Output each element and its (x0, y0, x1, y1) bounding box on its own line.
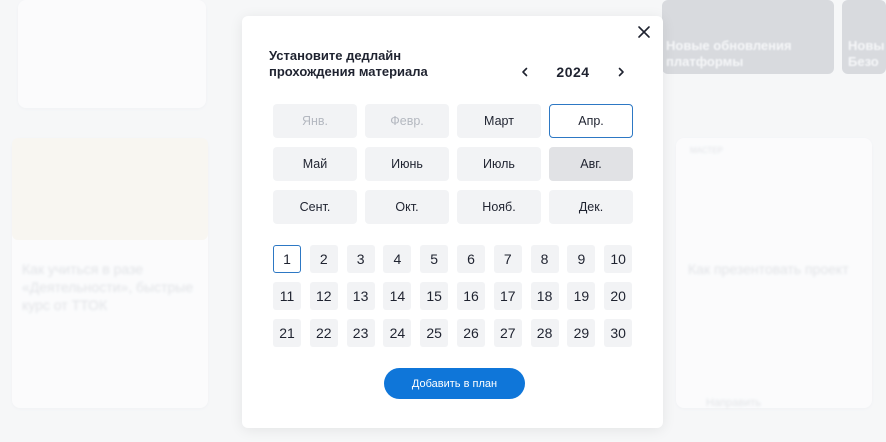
close-button[interactable] (636, 24, 652, 40)
month-cell[interactable]: Июнь (365, 147, 449, 181)
day-cell[interactable]: 14 (383, 282, 412, 310)
month-cell[interactable]: Март (457, 104, 541, 138)
day-cell[interactable]: 25 (420, 319, 449, 347)
day-cell[interactable]: 16 (456, 282, 485, 310)
day-cell[interactable]: 24 (383, 319, 412, 347)
close-icon (638, 26, 650, 38)
month-cell[interactable]: Окт. (365, 190, 449, 224)
day-cell[interactable]: 29 (567, 319, 596, 347)
day-cell[interactable]: 6 (456, 245, 485, 273)
day-cell[interactable]: 26 (456, 319, 485, 347)
day-cell[interactable]: 2 (309, 245, 338, 273)
day-cell[interactable]: 30 (604, 319, 633, 347)
day-grid: 1 2 3 4 5 6 7 8 9 10 11 12 13 14 15 16 17 18 19 20 21 22 23 24 2… (273, 245, 633, 347)
day-cell[interactable]: 5 (420, 245, 449, 273)
month-cell[interactable]: Апр. (549, 104, 633, 138)
day-cell[interactable]: 12 (309, 282, 338, 310)
day-cell[interactable]: 8 (530, 245, 559, 273)
day-cell[interactable]: 18 (530, 282, 559, 310)
day-cell[interactable]: 3 (346, 245, 375, 273)
month-cell[interactable]: Нояб. (457, 190, 541, 224)
month-cell[interactable]: Сент. (273, 190, 357, 224)
month-grid: Янв. Февр. Март Апр. Май Июнь Июль Авг. Сент. Окт… (273, 104, 633, 224)
day-cell[interactable]: 9 (567, 245, 596, 273)
year-label: 2024 (556, 64, 590, 80)
day-cell[interactable]: 11 (273, 282, 301, 310)
day-cell[interactable]: 17 (493, 282, 522, 310)
day-cell[interactable]: 13 (346, 282, 375, 310)
modal-title: Установите дедлайн прохождения материала (269, 48, 428, 79)
day-cell[interactable]: 20 (604, 282, 633, 310)
deadline-modal: Установите дедлайн прохождения материала… (242, 16, 663, 428)
day-cell[interactable]: 10 (604, 245, 633, 273)
day-cell[interactable]: 22 (309, 319, 338, 347)
add-to-plan-button[interactable]: Добавить в план (384, 368, 525, 399)
month-cell[interactable]: Авг. (549, 147, 633, 181)
prev-year-button[interactable] (515, 62, 535, 82)
day-cell[interactable]: 27 (493, 319, 522, 347)
month-cell[interactable]: Май (273, 147, 357, 181)
day-cell[interactable]: 23 (346, 319, 375, 347)
chevron-right-icon (618, 67, 624, 77)
day-cell[interactable]: 7 (493, 245, 522, 273)
day-cell[interactable]: 4 (383, 245, 412, 273)
day-cell[interactable]: 28 (530, 319, 559, 347)
month-cell: Февр. (365, 104, 449, 138)
day-cell[interactable]: 19 (567, 282, 596, 310)
year-navigator: 2024 (515, 62, 631, 82)
chevron-left-icon (522, 67, 528, 77)
next-year-button[interactable] (611, 62, 631, 82)
day-cell[interactable]: 1 (273, 245, 301, 273)
day-cell[interactable]: 15 (420, 282, 449, 310)
day-cell[interactable]: 21 (273, 319, 301, 347)
month-cell[interactable]: Дек. (549, 190, 633, 224)
month-cell: Янв. (273, 104, 357, 138)
month-cell[interactable]: Июль (457, 147, 541, 181)
